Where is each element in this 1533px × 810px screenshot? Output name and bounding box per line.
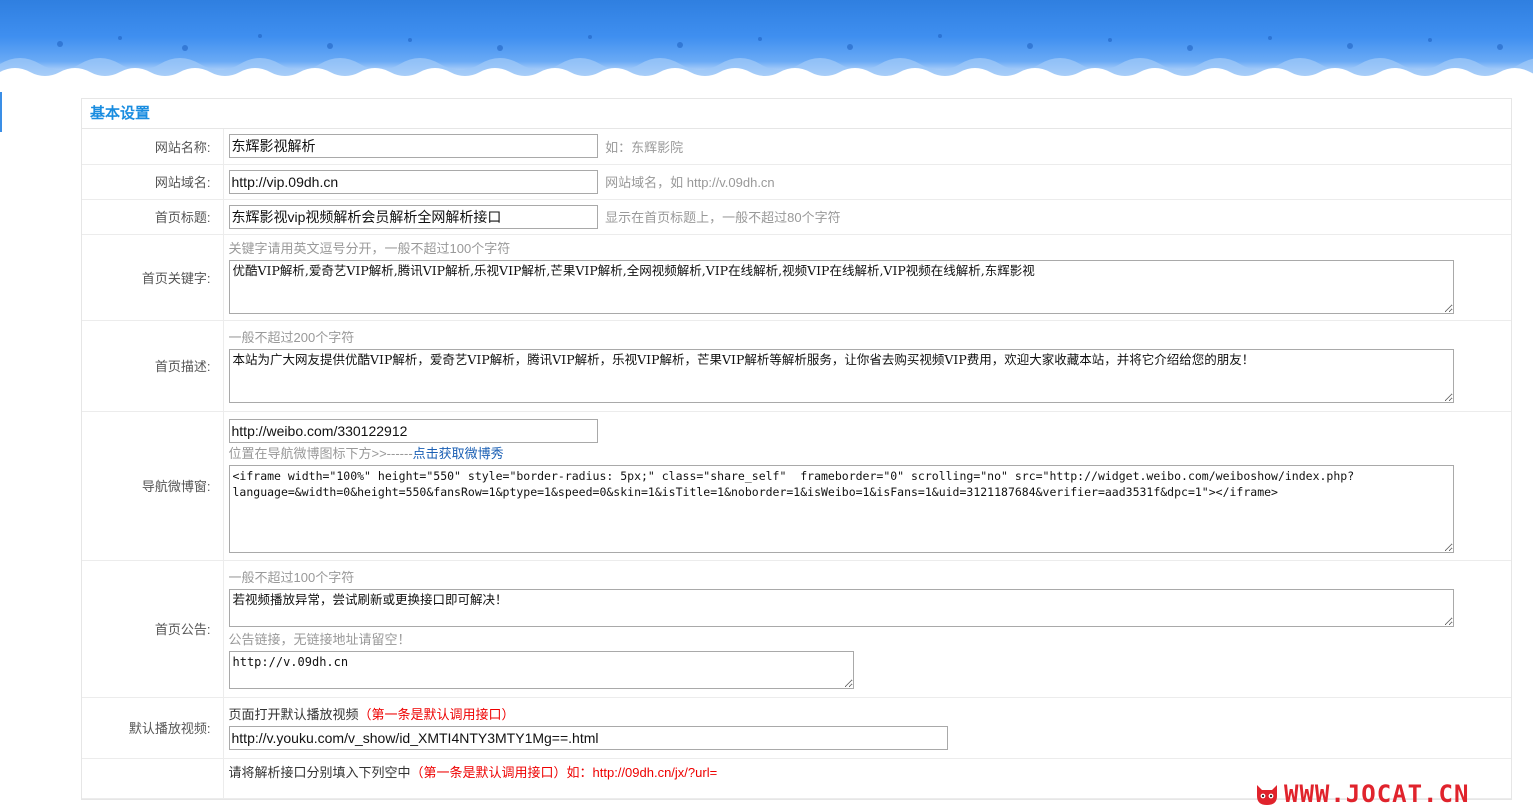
row-weibo: 导航微博窗: 位置在导航微博图标下方>>------点击获取微博秀 <ifram… xyxy=(82,411,1512,561)
home-description-textarea[interactable]: 本站为广大网友提供优酷VIP解析，爱奇艺VIP解析，腾讯VIP解析，乐视VIP解… xyxy=(228,348,1454,403)
basic-settings-panel: 基本设置 网站名称: 如：东辉影院 网站域名: 网站域名，如 http://v.… xyxy=(81,98,1512,800)
header-banner xyxy=(0,0,1533,82)
site-domain-label: 网站域名: xyxy=(82,164,224,200)
notice-tip: 一般不超过100个字符 xyxy=(228,569,355,585)
site-watermark: WWW.JOCAT.CN xyxy=(1254,780,1469,808)
notice-link-tip: 公告链接，无链接地址请留空！ xyxy=(228,631,411,647)
row-site-domain: 网站域名: 网站域名，如 http://v.09dh.cn xyxy=(82,164,1511,200)
api-tip-text: 请将解析接口分别填入下列空中 xyxy=(228,764,411,780)
default-video-tip-text: 页面打开默认播放视频 xyxy=(228,706,359,722)
settings-form: 网站名称: 如：东辉影院 网站域名: 网站域名，如 http://v.09dh.… xyxy=(82,129,1511,799)
row-site-name: 网站名称: 如：东辉影院 xyxy=(82,129,1511,165)
home-description-tip: 一般不超过200个字符 xyxy=(228,329,355,345)
api-tip-red: （第一条是默认调用接口）如：http://09dh.cn/jx/?url= xyxy=(410,764,718,780)
row-home-keywords: 首页关键字: 关键字请用英文逗号分开，一般不超过100个字符 优酷VIP解析,爱… xyxy=(82,234,1511,321)
get-weibo-show-link[interactable]: 点击获取微博秀 xyxy=(413,446,504,461)
cat-icon xyxy=(1257,785,1277,805)
home-title-label: 首页标题: xyxy=(82,199,224,235)
default-video-tip: 页面打开默认播放视频（第一条是默认调用接口） xyxy=(229,706,1512,724)
site-domain-input[interactable] xyxy=(228,169,598,194)
home-keywords-label: 首页关键字: xyxy=(82,234,224,321)
site-name-input[interactable] xyxy=(228,134,598,159)
home-title-input[interactable] xyxy=(228,204,598,229)
row-home-description: 首页描述: 一般不超过200个字符 本站为广大网友提供优酷VIP解析，爱奇艺VI… xyxy=(82,320,1511,412)
section-title: 基本设置 xyxy=(82,99,1511,129)
notice-link-textarea[interactable]: http://v.09dh.cn xyxy=(228,650,854,689)
row-notice: 首页公告: 一般不超过100个字符 若视频播放异常，尝试刷新或更换接口即可解决！… xyxy=(82,560,1511,698)
weibo-label: 导航微博窗: xyxy=(82,411,224,561)
api-tip: 请将解析接口分别填入下列空中（第一条是默认调用接口）如：http://09dh.… xyxy=(229,764,1512,782)
wave-decoration xyxy=(0,34,1533,82)
weibo-tip-text: 位置在导航微博图标下方>>------ xyxy=(228,445,413,461)
site-name-hint: 如：东辉影院 xyxy=(605,139,684,155)
default-video-input[interactable] xyxy=(228,725,948,750)
left-accent-bar xyxy=(0,92,2,132)
home-description-label: 首页描述: xyxy=(82,320,224,412)
home-keywords-textarea[interactable]: 优酷VIP解析,爱奇艺VIP解析,腾讯VIP解析,乐视VIP解析,芒果VIP解析… xyxy=(228,260,1454,314)
weibo-url-input[interactable] xyxy=(228,418,598,443)
home-title-hint: 显示在首页标题上，一般不超过80个字符 xyxy=(605,210,841,225)
weibo-tip: 位置在导航微博图标下方>>------点击获取微博秀 xyxy=(229,445,1512,463)
home-keywords-tip: 关键字请用英文逗号分开，一般不超过100个字符 xyxy=(228,241,511,256)
notice-textarea[interactable]: 若视频播放异常，尝试刷新或更换接口即可解决！ xyxy=(228,588,1454,627)
row-home-title: 首页标题: 显示在首页标题上，一般不超过80个字符 xyxy=(82,199,1511,235)
site-name-label: 网站名称: xyxy=(82,129,224,165)
row-default-video: 默认播放视频: 页面打开默认播放视频（第一条是默认调用接口） xyxy=(82,697,1512,759)
api-label xyxy=(82,758,224,799)
weibo-code-textarea[interactable]: <iframe width="100%" height="550" style=… xyxy=(228,464,1454,553)
notice-label: 首页公告: xyxy=(82,560,224,698)
site-domain-hint: 网站域名，如 http://v.09dh.cn xyxy=(605,175,775,190)
default-video-label: 默认播放视频: xyxy=(82,697,224,759)
default-video-tip-red: （第一条是默认调用接口） xyxy=(358,706,515,722)
watermark-text: WWW.JOCAT.CN xyxy=(1284,780,1470,808)
